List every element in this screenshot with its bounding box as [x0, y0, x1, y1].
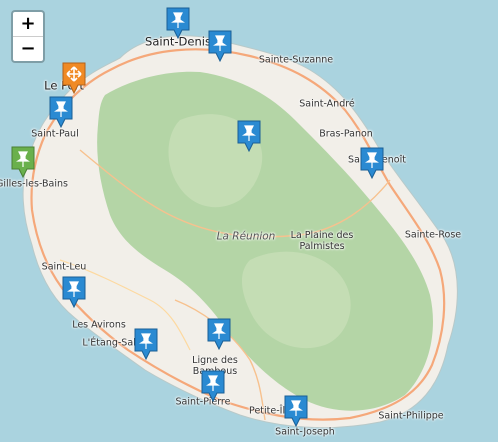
place-label: Saint-Gilles-les-Bains: [0, 178, 68, 190]
zoom-in-button[interactable]: +: [13, 12, 43, 36]
place-label: Bras-Panon: [319, 128, 373, 140]
pushpin-icon: [284, 395, 308, 428]
place-label: Saint-Joseph: [275, 426, 335, 438]
island-label: La Réunion: [216, 230, 276, 243]
place-label: Saint-André: [299, 98, 355, 110]
marker-saint-denis-west[interactable]: [165, 6, 191, 40]
place-label: La Plaine des Palmistes: [290, 230, 354, 252]
pushpin-icon: [201, 370, 225, 403]
marker-saint-leu[interactable]: [61, 275, 87, 309]
pushpin-icon: [237, 120, 261, 153]
marker-saint-gilles[interactable]: [10, 145, 36, 179]
place-label: Sainte-Suzanne: [258, 54, 334, 66]
place-label: Saint-Philippe: [378, 410, 444, 422]
marker-salazie[interactable]: [236, 119, 262, 153]
map-view[interactable]: + − Saint-Denis Sainte-Suzanne Le Port S…: [0, 0, 498, 442]
pushpin-icon: [62, 276, 86, 309]
zoom-control: + −: [11, 10, 45, 63]
place-label: Sainte-Rose: [404, 229, 462, 241]
pushpin-icon: [208, 30, 232, 63]
place-label: Saint-Paul: [31, 128, 79, 140]
marker-etang-sale[interactable]: [133, 327, 159, 361]
arrows-icon: [62, 62, 86, 95]
marker-petite-ile[interactable]: [283, 394, 309, 428]
pushpin-icon: [166, 7, 190, 40]
marker-saint-benoit[interactable]: [359, 146, 385, 180]
marker-saint-paul[interactable]: [48, 95, 74, 129]
pushpin-icon: [49, 96, 73, 129]
pushpin-icon: [207, 318, 231, 351]
place-label: Les Avirons: [72, 319, 126, 331]
place-label: Saint-Leu: [41, 261, 87, 273]
pushpin-icon: [134, 328, 158, 361]
marker-saint-denis-east[interactable]: [207, 29, 233, 63]
marker-ligne-des-bambous[interactable]: [206, 317, 232, 351]
zoom-out-button[interactable]: −: [13, 36, 43, 61]
marker-le-port[interactable]: [61, 61, 87, 95]
marker-saint-pierre[interactable]: [200, 369, 226, 403]
pushpin-icon: [11, 146, 35, 179]
pushpin-icon: [360, 147, 384, 180]
